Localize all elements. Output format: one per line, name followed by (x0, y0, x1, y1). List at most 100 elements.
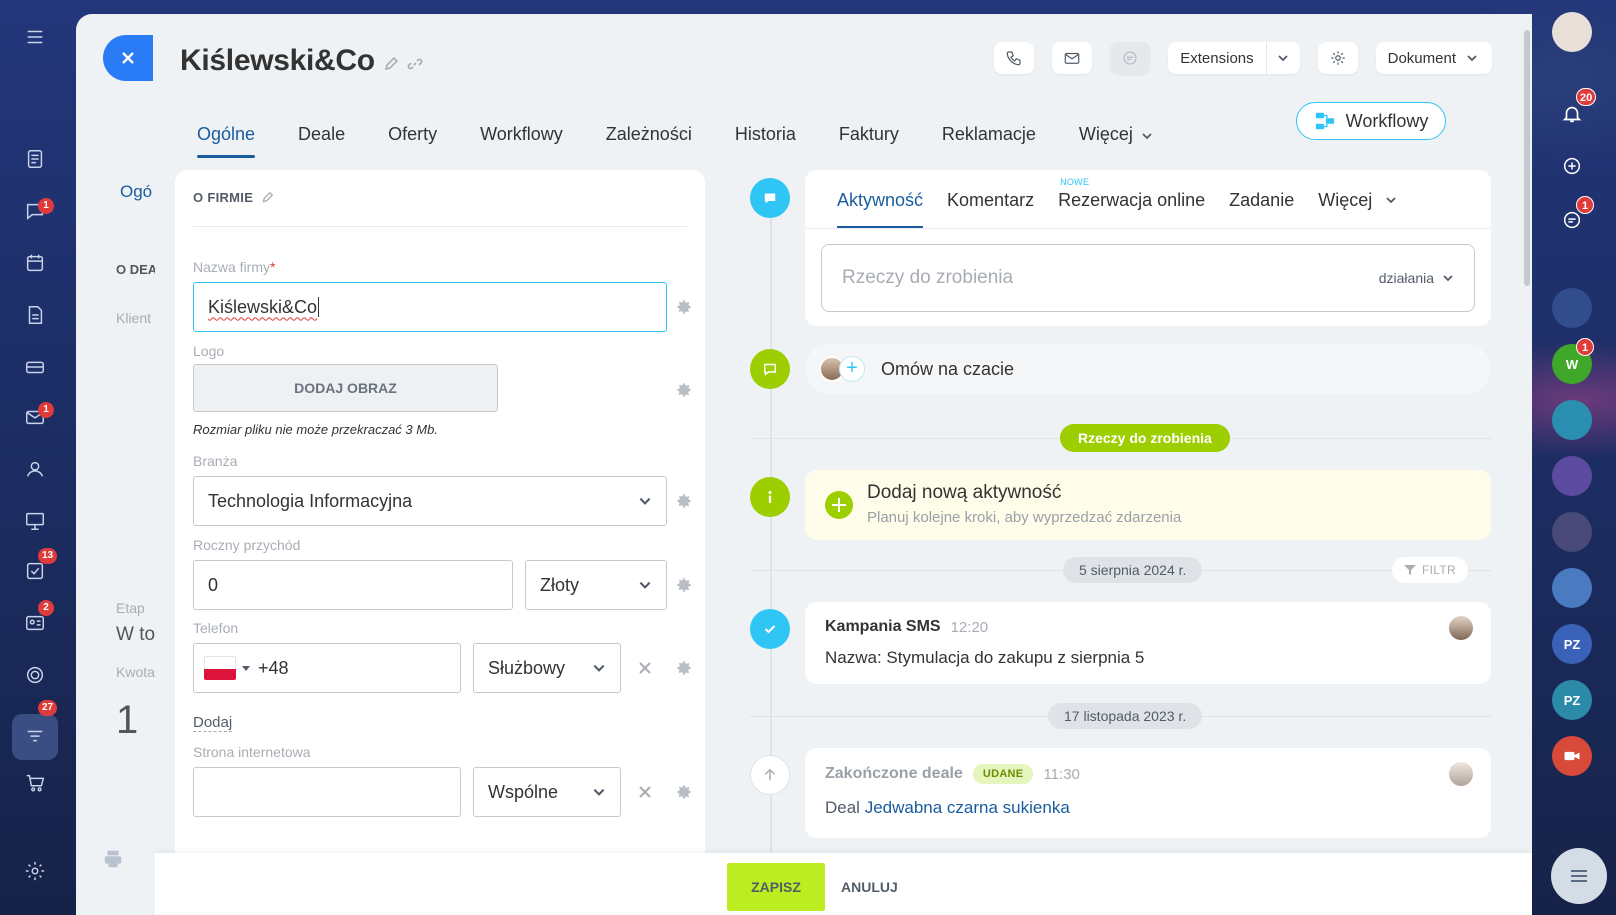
calendar-icon[interactable] (22, 250, 48, 276)
chat-fab[interactable] (1551, 848, 1607, 904)
tab-dependencies[interactable]: Zależności (606, 124, 692, 158)
close-icon (122, 52, 134, 64)
add-participant-icon[interactable]: + (839, 356, 865, 382)
add-new-activity[interactable]: Dodaj nową aktywność Planuj kolejne krok… (805, 470, 1491, 540)
currency-select[interactable]: Złoty (525, 560, 667, 610)
activity-tab-booking[interactable]: NOWE Rezerwacja online (1058, 177, 1206, 228)
pz2-label: PZ (1563, 692, 1581, 708)
presentation-icon[interactable] (22, 508, 48, 534)
workflow-button[interactable]: Workflowy (1296, 102, 1446, 140)
timeline-event-sms[interactable]: Kampania SMS 12:20 Nazwa: Stymulacja do … (805, 602, 1491, 684)
remove-website-icon[interactable] (638, 785, 652, 799)
print-icon[interactable] (102, 848, 126, 872)
contact-avatar-ti[interactable] (1552, 288, 1592, 328)
document-button[interactable]: Dokument (1375, 42, 1492, 74)
edit-pencil-icon[interactable] (383, 56, 399, 72)
target-icon[interactable] (22, 662, 48, 688)
website-type-select[interactable]: Wspólne (473, 767, 621, 817)
add-image-button[interactable]: DODAJ OBRAZ (193, 364, 498, 412)
tab-more[interactable]: Więcej (1079, 124, 1153, 158)
bg-amount-fragment: Kwota (116, 664, 155, 680)
phone-input[interactable]: +48 (193, 643, 461, 693)
users-group-avatar[interactable] (1552, 568, 1592, 608)
edit-pencil-icon[interactable] (261, 191, 274, 204)
revenue-label: Roczny przychód (193, 537, 301, 553)
contact-avatar-pz-1[interactable]: PZ (1552, 624, 1592, 664)
activity-tab-more[interactable]: Więcej (1318, 190, 1397, 228)
group-chat-avatar[interactable] (1552, 400, 1592, 440)
scrollbar[interactable] (1524, 30, 1530, 286)
video-call-icon[interactable] (1552, 736, 1592, 776)
user-avatar[interactable] (1552, 12, 1592, 52)
bg-stage-fragment: Etap (116, 600, 145, 616)
field-settings-gear-icon[interactable] (675, 659, 693, 677)
filter-button[interactable]: FILTR (1392, 557, 1468, 583)
activity-tab-task[interactable]: Zadanie (1229, 190, 1294, 228)
timeline-event-deal-closed[interactable]: Zakończone deale UDANE 11:30 Deal Jedwab… (805, 748, 1491, 838)
documents-icon[interactable] (22, 302, 48, 328)
funnel-icon[interactable] (12, 714, 58, 760)
contact-avatar-pz-2[interactable]: PZ (1552, 680, 1592, 720)
field-settings-gear-icon[interactable] (675, 783, 693, 801)
settings-button[interactable] (1317, 42, 1358, 74)
tab-label: Komentarz (947, 190, 1035, 210)
shop-cart-icon[interactable] (22, 770, 48, 796)
activity-tab-activity[interactable]: Aktywność (837, 190, 924, 228)
tab-general[interactable]: Ogólne (197, 124, 256, 158)
author-avatar[interactable] (1449, 762, 1473, 786)
field-settings-gear-icon[interactable] (675, 298, 693, 316)
remove-phone-icon[interactable] (638, 661, 652, 675)
tab-workflows[interactable]: Workflowy (480, 124, 563, 158)
phone-type-select[interactable]: Służbowy (473, 643, 621, 693)
discuss-in-chat[interactable]: + Omów na czacie (805, 344, 1491, 394)
group-photo-avatar[interactable] (1552, 512, 1592, 552)
drive-icon[interactable] (22, 354, 48, 380)
cancel-button[interactable]: ANULUJ (841, 863, 898, 911)
field-settings-gear-icon[interactable] (675, 492, 693, 510)
add-activity-plus-icon[interactable] (825, 491, 853, 519)
activity-tab-comment[interactable]: Komentarz (947, 190, 1034, 228)
save-button[interactable]: ZAPISZ (727, 863, 825, 911)
contacts-icon[interactable] (22, 456, 48, 482)
event-title: Kampania SMS (825, 618, 941, 635)
company-name-input[interactable]: Kiślewski&Co (193, 282, 667, 332)
tab-label: Rezerwacja online (1058, 190, 1206, 210)
tab-label: Reklamacje (941, 124, 1036, 144)
divider (193, 226, 687, 227)
deal-link[interactable]: Jedwabna czarna sukienka (865, 798, 1070, 817)
tab-quotes[interactable]: Oferty (388, 124, 437, 158)
settings-gear-icon[interactable] (22, 858, 48, 884)
required-marker: * (270, 259, 276, 275)
text-cursor (318, 297, 320, 317)
tab-deals[interactable]: Deale (298, 124, 345, 158)
news-feed-icon[interactable] (22, 146, 48, 172)
industry-select[interactable]: Technologia Informacyjna (193, 476, 667, 526)
extensions-button[interactable]: Extensions (1168, 42, 1300, 74)
filter-funnel-icon (1404, 565, 1416, 575)
add-phone-link[interactable]: Dodaj (193, 714, 233, 732)
activity-editor: Aktywność Komentarz NOWE Rezerwacja onli… (805, 170, 1491, 326)
tab-invoices[interactable]: Faktury (839, 124, 899, 158)
todo-input[interactable]: Rzeczy do zrobienia działania (821, 244, 1475, 312)
revenue-input[interactable]: 0 (193, 560, 513, 610)
tab-history[interactable]: Historia (735, 124, 796, 158)
close-slider-button[interactable] (103, 35, 153, 81)
email-button[interactable] (1052, 42, 1093, 74)
chat-bubble-icon (1123, 51, 1137, 65)
openlines-avatar[interactable] (1552, 456, 1592, 496)
menu-icon[interactable] (22, 24, 48, 50)
extensions-dropdown[interactable] (1265, 42, 1300, 74)
history-timeline-dot (750, 755, 790, 795)
poland-flag-icon[interactable] (204, 656, 236, 680)
call-button[interactable] (994, 42, 1035, 74)
website-input[interactable] (193, 767, 461, 817)
tab-complaints[interactable]: Reklamacje (942, 124, 1036, 158)
arrow-up-icon (764, 768, 776, 781)
actions-dropdown[interactable]: działania (1379, 270, 1454, 286)
chat-button[interactable] (1110, 42, 1151, 74)
field-settings-gear-icon[interactable] (675, 576, 693, 594)
field-settings-gear-icon[interactable] (675, 381, 693, 399)
copy-link-icon[interactable] (407, 56, 423, 72)
copilot-icon[interactable] (1552, 146, 1592, 186)
author-avatar[interactable] (1449, 616, 1473, 640)
